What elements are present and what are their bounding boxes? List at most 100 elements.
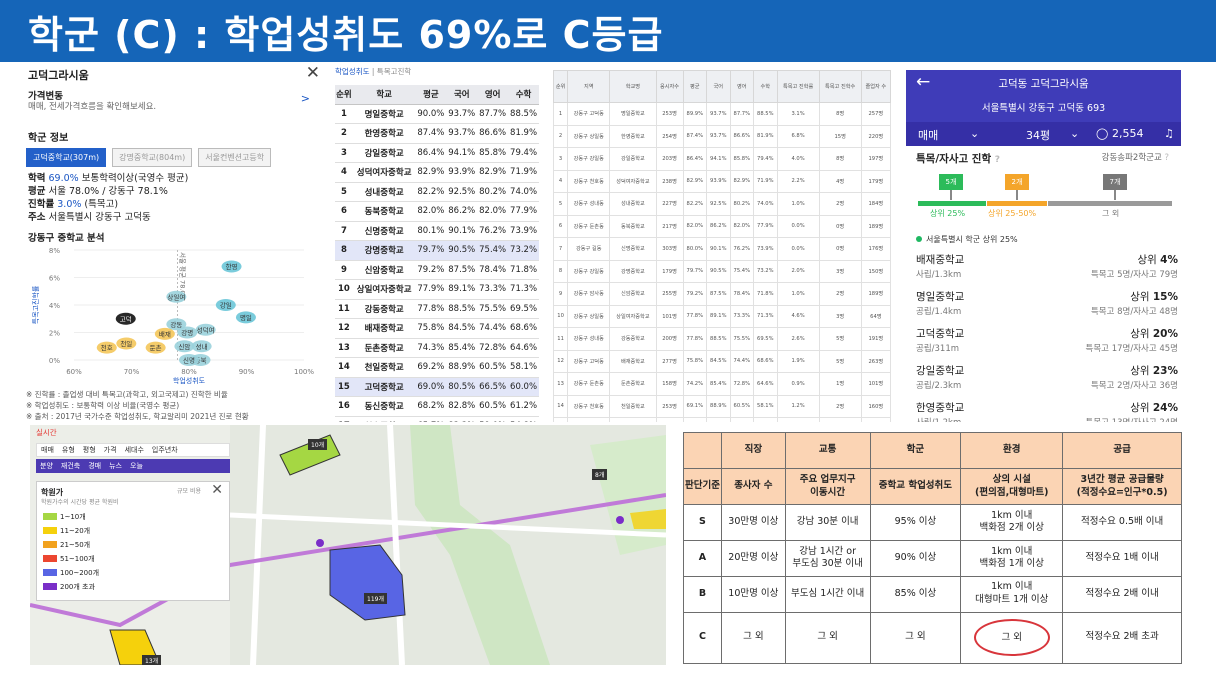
table-cell: 강동구 천호동 [567, 169, 611, 193]
x-tick-label: 70% [124, 368, 140, 376]
table-cell: 1.2% [776, 394, 820, 418]
table-cell: 강명중학교 [352, 240, 416, 261]
table-cell: 강동구 천호동 [567, 394, 611, 418]
table-cell: 71.8% [753, 282, 778, 306]
table-cell: 93.7% [446, 123, 478, 144]
table-cell: 8명 [818, 147, 862, 171]
detail-col-header: 학교명 [609, 70, 657, 103]
table-cell: 92.5% [446, 182, 478, 202]
toolbar-item[interactable]: 입주년차 [152, 445, 178, 455]
table-row: 5 성내중학교 82.2% 92.5% 80.2% 74.0% [335, 182, 539, 202]
school-list-item[interactable]: 명일중학교 공립/1.4km 상위 15% 특목고 8명/자사고 48명 [916, 289, 1178, 325]
legend-label: 11~20개 [60, 527, 91, 535]
toolbar-item[interactable]: 가격 [104, 445, 117, 455]
table-cell: 160명 [860, 394, 891, 418]
table-cell: 강동구 고덕동 [567, 102, 611, 126]
toolbar-item[interactable]: 유형 [62, 445, 75, 455]
grade-cell: 20만명 이상 [720, 539, 786, 577]
criteria-cell: 종사자 수 [720, 468, 786, 505]
table-row: 1 명일중학교 90.0% 93.7% 87.7% 88.5% [335, 104, 539, 124]
table-row: 15 고덕중학교 69.0% 80.5% 66.5% 60.0% [335, 377, 539, 397]
table-cell: 75.4% [729, 259, 755, 283]
table-cell: 82.9% [682, 169, 708, 193]
close-icon[interactable]: ✕ [211, 482, 223, 498]
tab-school-2[interactable]: 강명중학교(804m) [112, 148, 193, 167]
table-cell: 263명 [860, 349, 891, 373]
table-cell: 90.1% [446, 221, 478, 241]
table-cell: 255명 [655, 282, 684, 306]
comment-icon[interactable]: ◯ [1096, 127, 1108, 140]
detail-table: 순위 지역 학교명 응시자수 평균 국어 영어 수학 특목고 진학률 특목고 진학수 졸업자 수 1… [553, 70, 891, 422]
toolbar-item[interactable]: 매매 [41, 445, 54, 455]
table-cell: 93.9% [446, 162, 478, 183]
toolbar-item[interactable]: 분양 [40, 461, 53, 471]
school-info-panel: 고덕그라시움 ✕ 가격변동 매매, 전세가격흐름을 확인해보세요. > 학군 정… [22, 62, 322, 422]
school-name: 명일중학교 [916, 291, 965, 303]
map-marker-label[interactable]: 8개 [592, 469, 608, 480]
legend-item: 21~50개 [43, 540, 90, 550]
legend-item: 100~200개 [43, 568, 99, 578]
table-row: 4 성덕여자중학교 82.9% 93.9% 82.9% 71.9% [335, 162, 539, 183]
school-sub: 사립/1.3km [916, 270, 962, 280]
school-list-item[interactable]: 배재중학교 사립/1.3km 상위 4% 특목고 5명/자사고 79명 [916, 252, 1178, 288]
toolbar-item[interactable]: 뉴스 [109, 461, 122, 471]
table-cell: 둔촌중학교 [352, 338, 416, 358]
map-marker-label[interactable]: 10개 [308, 439, 328, 450]
tab-school-3[interactable]: 서울컨벤션고등학 [198, 148, 272, 167]
grade-row: C그 외그 외그 외그 외 적정수요 2배 초과 [683, 611, 1182, 664]
table-cell: 74.3% [415, 338, 447, 358]
school-list-item[interactable]: 한영중학교사립/1.2km상위 24%특목고 13명/자사고 24명 [916, 400, 1178, 422]
table-cell: 75.8% [415, 318, 447, 339]
y-tick-label: 0% [49, 357, 60, 365]
toolbar-item[interactable]: 세대수 [125, 445, 144, 455]
table-cell: 8명 [818, 102, 862, 126]
school-name: 배재중학교 [916, 254, 965, 266]
point-label: 성내 [196, 342, 208, 351]
table-cell: 88.5% [508, 104, 539, 124]
table-cell: 66.5% [729, 417, 755, 422]
map-panel[interactable]: 실시간 매매 유형 평형 가격 세대수 입주년차 분양 재건축 경매 뉴스 오늘… [30, 425, 666, 665]
point-label: 배재 [159, 329, 171, 338]
table-row: 1 강동구 고덕동 명일중학교 253명 89.9% 93.7% 87.7% 88.5% 3.1… [553, 102, 891, 126]
map-toolbar-1: 매매 유형 평형 가격 세대수 입주년차 [36, 443, 230, 457]
toolbar-item[interactable]: 오늘 [130, 461, 143, 471]
table-cell: 7 [335, 221, 353, 241]
point-label: 강일 [220, 301, 232, 310]
ranking-col-header: 수학 [508, 85, 539, 105]
school-list-item[interactable]: 고덕중학교 공립/311m 상위 20% 특목고 17명/자사고 45명 [916, 326, 1178, 362]
bell-icon[interactable]: ♫ [1164, 127, 1174, 140]
table-cell: 89.1% [446, 279, 478, 300]
legend-toggle[interactable]: 규모 비용 [177, 486, 201, 495]
tab-school-1[interactable]: 고덕중학교(307m) [26, 148, 107, 167]
toolbar-item[interactable]: 경매 [88, 461, 101, 471]
table-cell: 65.7% [415, 416, 447, 422]
price-change-sub: 매매, 전세가격흐름을 확인해보세요. [28, 102, 157, 112]
info-advancement: 진학률 3.0% (특목고) [28, 199, 119, 210]
toolbar-item[interactable]: 평형 [83, 445, 96, 455]
table-cell: 79.4% [753, 147, 778, 171]
chevron-right-icon[interactable]: > [301, 92, 310, 105]
table-row: 13 강동구 둔촌동 둔촌중학교 158명 74.2% 85.4% 72.8% 64.6% 0.… [553, 372, 891, 396]
close-icon[interactable]: ✕ [306, 63, 320, 83]
point-label: 명일 [240, 313, 252, 322]
toolbar-item[interactable]: 재건축 [61, 461, 80, 471]
y-tick-label: 4% [49, 302, 60, 310]
legend-item: 1~10개 [43, 512, 86, 522]
school-list-item[interactable]: 강일중학교 공립/2.3km 상위 23% 특목고 2명/자사고 36명 [916, 363, 1178, 399]
grade-cell: 적정수요 2배 이내 [1062, 575, 1182, 613]
school-detail: 특목고 17명/자사고 45명 [1085, 344, 1178, 354]
tier-bar-mid [987, 201, 1047, 206]
table-cell: 강동구 고덕동 [567, 417, 611, 422]
table-cell: 75.5% [477, 299, 509, 319]
grade-label: A [683, 539, 722, 577]
table-cell: 88.5% [753, 102, 778, 126]
table-cell: 4.6% [776, 304, 820, 328]
map-marker-label[interactable]: 119개 [364, 593, 387, 604]
table-cell: 3 [553, 147, 569, 171]
table-cell: 76.2% [729, 237, 755, 261]
map-marker-label[interactable]: 13개 [142, 655, 162, 665]
size-select[interactable]: 34평 [1026, 127, 1050, 143]
trade-select[interactable]: 매매 [918, 127, 938, 143]
table-cell: 101명 [860, 372, 891, 396]
school-rank: 상위 20% [1130, 326, 1178, 341]
